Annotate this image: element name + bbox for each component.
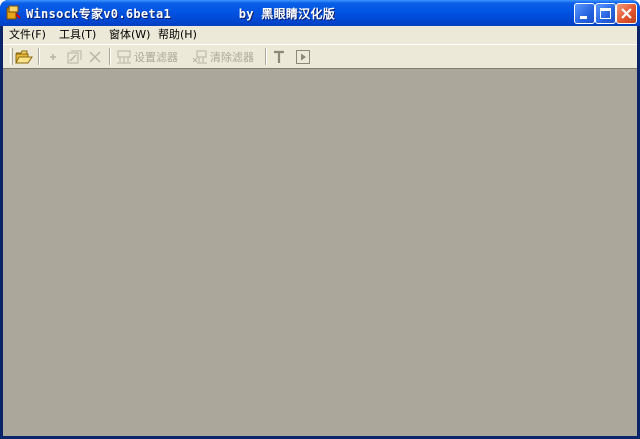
- toolbar-separator: [38, 48, 40, 65]
- text-icon: [274, 50, 284, 63]
- maximize-icon: [600, 8, 611, 19]
- folder-open-icon: [15, 50, 33, 63]
- clear-filter-label: 清除滤器: [210, 50, 254, 64]
- app-icon: [5, 5, 21, 21]
- minimize-button[interactable]: [574, 3, 595, 24]
- edit-icon: [67, 50, 82, 63]
- set-filter-label: 设置滤器: [134, 50, 178, 64]
- toolbar: 设置滤器 清除滤器: [3, 44, 637, 68]
- close-button[interactable]: [616, 3, 637, 24]
- text-button[interactable]: [271, 47, 287, 66]
- clear-filter-button[interactable]: 清除滤器: [192, 47, 254, 66]
- menu-file[interactable]: 文件(F): [9, 27, 46, 43]
- play-icon: [296, 49, 310, 64]
- minimize-icon: [580, 16, 587, 19]
- window-title: Winsock专家v0.6beta1 by 黑眼睛汉化版: [26, 7, 336, 21]
- toolbar-separator: [265, 48, 267, 65]
- delete-button[interactable]: [87, 47, 103, 66]
- close-icon: [621, 8, 632, 19]
- menu-help[interactable]: 帮助(H): [158, 27, 197, 43]
- menu-bar: 文件(F) 工具(T) 窗体(W) 帮助(H): [3, 26, 637, 44]
- title-bar[interactable]: Winsock专家v0.6beta1 by 黑眼睛汉化版: [0, 0, 640, 26]
- menu-window[interactable]: 窗体(W): [109, 27, 150, 43]
- app-window: Winsock专家v0.6beta1 by 黑眼睛汉化版 文件(F) 工具(T)…: [0, 0, 640, 439]
- add-icon: [50, 53, 56, 60]
- clear-filter-icon: [192, 50, 207, 63]
- mdi-client-area[interactable]: [3, 68, 637, 436]
- edit-button[interactable]: [65, 47, 83, 66]
- toolbar-grip[interactable]: [10, 48, 13, 65]
- play-button[interactable]: [295, 47, 311, 66]
- add-button[interactable]: [46, 47, 60, 66]
- open-button[interactable]: [15, 47, 33, 66]
- window-body: 文件(F) 工具(T) 窗体(W) 帮助(H) 设置滤器 清除滤器: [3, 26, 637, 436]
- set-filter-icon: [117, 50, 131, 63]
- delete-icon: [89, 51, 101, 62]
- set-filter-button[interactable]: 设置滤器: [116, 47, 178, 66]
- toolbar-separator: [109, 48, 111, 65]
- maximize-button[interactable]: [595, 3, 616, 24]
- menu-tools[interactable]: 工具(T): [59, 27, 96, 43]
